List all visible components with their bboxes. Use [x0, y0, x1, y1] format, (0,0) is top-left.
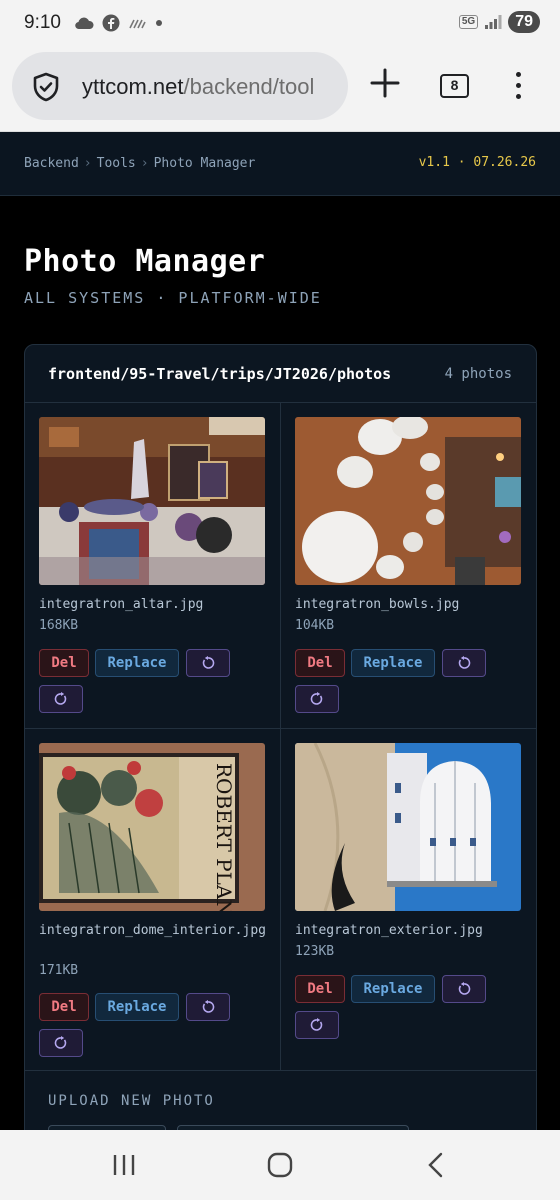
photo-size: 168KB	[39, 618, 79, 633]
svg-text:ROBERT PLANT: ROBERT PLANT	[212, 763, 236, 911]
photo-card: integratron_exterior.jpg 123KB Del Repla…	[281, 729, 536, 1071]
tab-switcher-button[interactable]: 8	[440, 74, 469, 98]
rotate-left-button[interactable]	[186, 649, 230, 677]
photo-card: integratron_altar.jpg 168KB Del Replace	[25, 403, 281, 729]
rotate-left-icon	[202, 1000, 215, 1013]
facebook-icon	[102, 14, 120, 32]
home-icon[interactable]	[267, 1152, 293, 1178]
breadcrumb: Backend › Tools › Photo Manager	[24, 156, 256, 171]
photo-size: 123KB	[295, 944, 335, 959]
photo-grid: integratron_altar.jpg 168KB Del Replace	[25, 403, 536, 1071]
status-bar: 9:10 5G 79	[0, 0, 560, 48]
signal-off-icon	[129, 19, 146, 29]
system-nav-bar	[0, 1130, 560, 1200]
photo-filename: integratron_bowls.jpg	[295, 597, 460, 612]
browser-toolbar: yttcom.net/backend/tool 8	[0, 48, 560, 132]
photo-thumbnail-altar[interactable]	[39, 417, 265, 585]
rotate-right-icon	[54, 692, 67, 705]
breadcrumb-backend[interactable]: Backend	[24, 156, 79, 171]
photo-thumbnail-exterior[interactable]	[295, 743, 521, 911]
delete-button[interactable]: Del	[295, 649, 345, 677]
url-text[interactable]: yttcom.net/backend/tool	[82, 74, 314, 100]
rotate-right-button[interactable]	[39, 685, 83, 713]
panel-header: frontend/95-Travel/trips/JT2026/photos 4…	[25, 345, 536, 403]
photo-thumbnail-dome-interior[interactable]: ROBERT PLANT	[39, 743, 265, 911]
photo-filename: integratron_dome_interior.jpg	[39, 923, 266, 938]
cloud-icon	[75, 17, 94, 30]
rotate-right-icon	[310, 692, 323, 705]
photo-size: 104KB	[295, 618, 335, 633]
version-label: v1.1 · 07.26.26	[418, 155, 536, 170]
folder-path: frontend/95-Travel/trips/JT2026/photos	[48, 365, 392, 383]
more-options-icon[interactable]	[516, 72, 521, 99]
rotate-left-icon	[458, 982, 471, 995]
photo-count: 4 photos	[444, 366, 512, 382]
breadcrumb-photo-manager: Photo Manager	[153, 156, 256, 171]
address-bar[interactable]: yttcom.net/backend/tool	[12, 52, 348, 120]
delete-button[interactable]: Del	[39, 649, 89, 677]
replace-button[interactable]: Replace	[351, 975, 435, 1003]
signal-icon	[485, 15, 502, 29]
rotate-right-button[interactable]	[39, 1029, 83, 1057]
delete-button[interactable]: Del	[295, 975, 345, 1003]
network-type: 5G	[458, 15, 479, 29]
page-title: Photo Manager	[24, 244, 266, 279]
replace-button[interactable]: Replace	[95, 993, 179, 1021]
photo-thumbnail-bowls[interactable]	[295, 417, 521, 585]
dot-icon	[156, 20, 162, 26]
rotate-left-button[interactable]	[442, 649, 486, 677]
upload-section-label: UPLOAD NEW PHOTO	[48, 1093, 215, 1109]
back-icon[interactable]	[426, 1152, 444, 1178]
recent-apps-icon[interactable]	[112, 1154, 136, 1176]
replace-button[interactable]: Replace	[351, 649, 435, 677]
photo-card: integratron_bowls.jpg 104KB Del Replace	[281, 403, 536, 729]
clock: 9:10	[24, 12, 61, 33]
rotate-left-button[interactable]	[442, 975, 486, 1003]
photo-card: ROBERT PLANT integratron_dome_interior.j…	[25, 729, 281, 1071]
photo-panel: frontend/95-Travel/trips/JT2026/photos 4…	[24, 344, 537, 1144]
shield-check-icon[interactable]	[32, 72, 60, 102]
rotate-right-icon	[310, 1018, 323, 1031]
battery-level: 79	[508, 11, 540, 33]
delete-button[interactable]: Del	[39, 993, 89, 1021]
app-header: Backend › Tools › Photo Manager v1.1 · 07.26…	[0, 132, 560, 196]
new-tab-icon[interactable]	[369, 67, 401, 99]
rotate-left-icon	[202, 656, 215, 669]
photo-filename: integratron_altar.jpg	[39, 597, 204, 612]
rotate-right-button[interactable]	[295, 685, 339, 713]
rotate-right-button[interactable]	[295, 1011, 339, 1039]
page-subtitle: ALL SYSTEMS · PLATFORM-WIDE	[24, 289, 322, 307]
photo-filename: integratron_exterior.jpg	[295, 923, 483, 938]
rotate-left-icon	[458, 656, 471, 669]
rotate-right-icon	[54, 1036, 67, 1049]
replace-button[interactable]: Replace	[95, 649, 179, 677]
breadcrumb-tools[interactable]: Tools	[97, 156, 136, 171]
photo-size: 171KB	[39, 963, 79, 978]
rotate-left-button[interactable]	[186, 993, 230, 1021]
